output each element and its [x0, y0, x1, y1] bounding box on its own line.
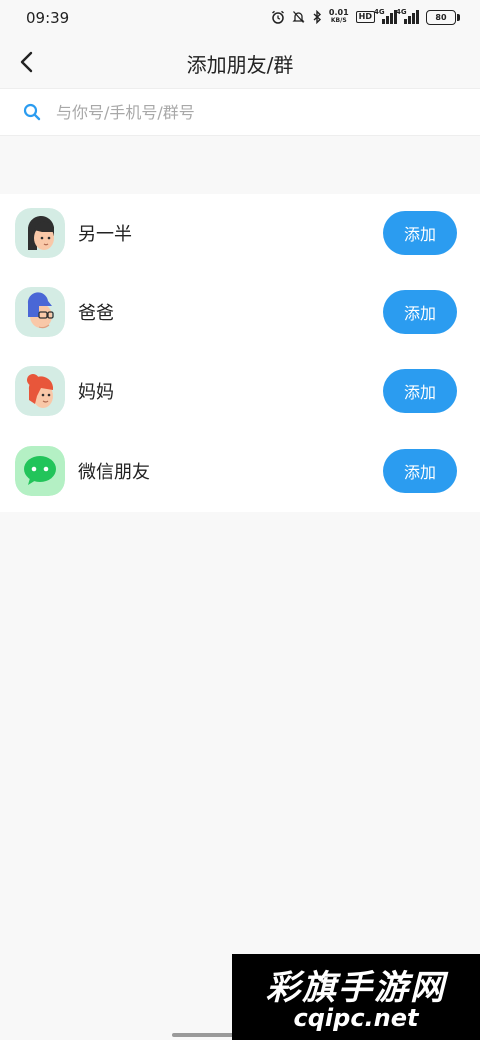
- contact-row-dad: 爸爸 添加: [0, 273, 480, 352]
- net-speed-unit: KB/S: [330, 17, 347, 24]
- contact-list: 另一半 添加 爸爸 添加 妈妈 添加 微信朋友 添加: [0, 194, 480, 512]
- contact-name: 另一半: [78, 224, 132, 245]
- woman-bun-avatar-icon: [15, 366, 65, 416]
- contact-name: 微信朋友: [78, 462, 150, 483]
- contact-row-wechat: 微信朋友 添加: [0, 432, 480, 511]
- search-bar[interactable]: [0, 88, 480, 136]
- signal-icon-2: 4G: [396, 8, 419, 24]
- contact-row-mom: 妈妈 添加: [0, 352, 480, 431]
- contact-name: 爸爸: [78, 303, 114, 324]
- contact-name: 妈妈: [78, 382, 114, 403]
- search-input[interactable]: [56, 89, 456, 135]
- status-icons: 0.01 KB/S HD 4G 4G 80: [271, 8, 460, 26]
- hd-badge: HD: [355, 11, 375, 23]
- page-title: 添加朋友/群: [186, 53, 294, 77]
- title-bar: 添加朋友/群: [0, 36, 480, 88]
- signal-icon-1: 4G: [374, 8, 397, 24]
- alarm-icon: [271, 10, 284, 24]
- net-speed-value: 0.01: [328, 8, 349, 17]
- man-glasses-avatar-icon: [15, 287, 65, 337]
- add-mom-button[interactable]: 添加: [383, 369, 457, 413]
- mute-icon: [292, 11, 305, 23]
- add-wechat-friend-button[interactable]: 添加: [383, 449, 457, 493]
- battery-icon: 80: [426, 9, 460, 25]
- watermark-logo: 彩旗手游网 cqipc.net: [232, 954, 480, 1040]
- add-dad-button[interactable]: 添加: [383, 290, 457, 334]
- signal-1-tag: 4G: [374, 8, 385, 16]
- contact-row-partner: 另一半 添加: [0, 194, 480, 273]
- watermark-line2: cqipc.net: [293, 1004, 419, 1032]
- status-bar: 09:39 0.01 KB/S HD 4G 4G 80: [0, 0, 480, 36]
- net-speed: 0.01 KB/S: [329, 9, 349, 25]
- watermark-line1: 彩旗手游网: [266, 968, 446, 1008]
- woman-avatar-icon: [15, 208, 65, 258]
- status-time: 09:39: [26, 9, 70, 27]
- signal-2-tag: 4G: [396, 8, 407, 16]
- search-icon: [23, 103, 41, 121]
- add-partner-button[interactable]: 添加: [383, 211, 457, 255]
- bluetooth-icon: [313, 10, 321, 24]
- wechat-icon: [15, 446, 65, 496]
